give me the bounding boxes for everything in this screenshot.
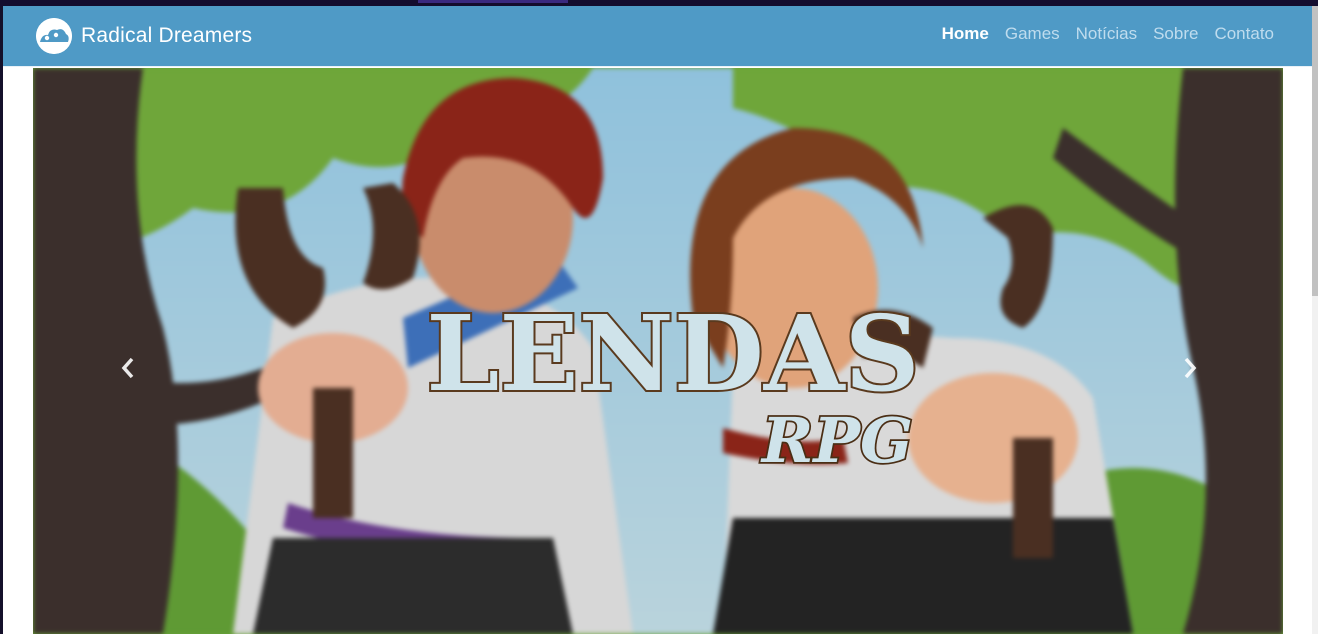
game-title-logo: LENDAS RPG [424,290,921,479]
browser-tab-indicator [418,0,568,3]
navbar: Radical Dreamers Home Games Notícias Sob… [3,6,1312,67]
page-scrollbar[interactable] [1312,6,1318,634]
brand-link[interactable]: Radical Dreamers [36,18,252,54]
nav-link-games[interactable]: Games [1005,24,1060,44]
hero-carousel: LENDAS RPG [33,68,1283,634]
chevron-left-icon [121,357,134,379]
chevron-right-icon [1184,357,1197,379]
cloud-logo-icon [36,18,72,54]
nav-link-home[interactable]: Home [942,24,989,44]
carousel-prev-button[interactable] [108,348,148,388]
game-title-main: LENDAS [426,292,919,415]
scrollbar-thumb[interactable] [1312,6,1318,296]
brand-name: Radical Dreamers [81,24,253,47]
page: Radical Dreamers Home Games Notícias Sob… [3,6,1312,634]
carousel-next-button[interactable] [1170,348,1210,388]
nav-link-noticias[interactable]: Notícias [1076,24,1137,44]
game-title-sub: RPG [760,404,913,477]
nav-links: Home Games Notícias Sobre Contato [942,24,1274,44]
nav-link-contato[interactable]: Contato [1214,24,1274,44]
nav-link-sobre[interactable]: Sobre [1153,24,1198,44]
